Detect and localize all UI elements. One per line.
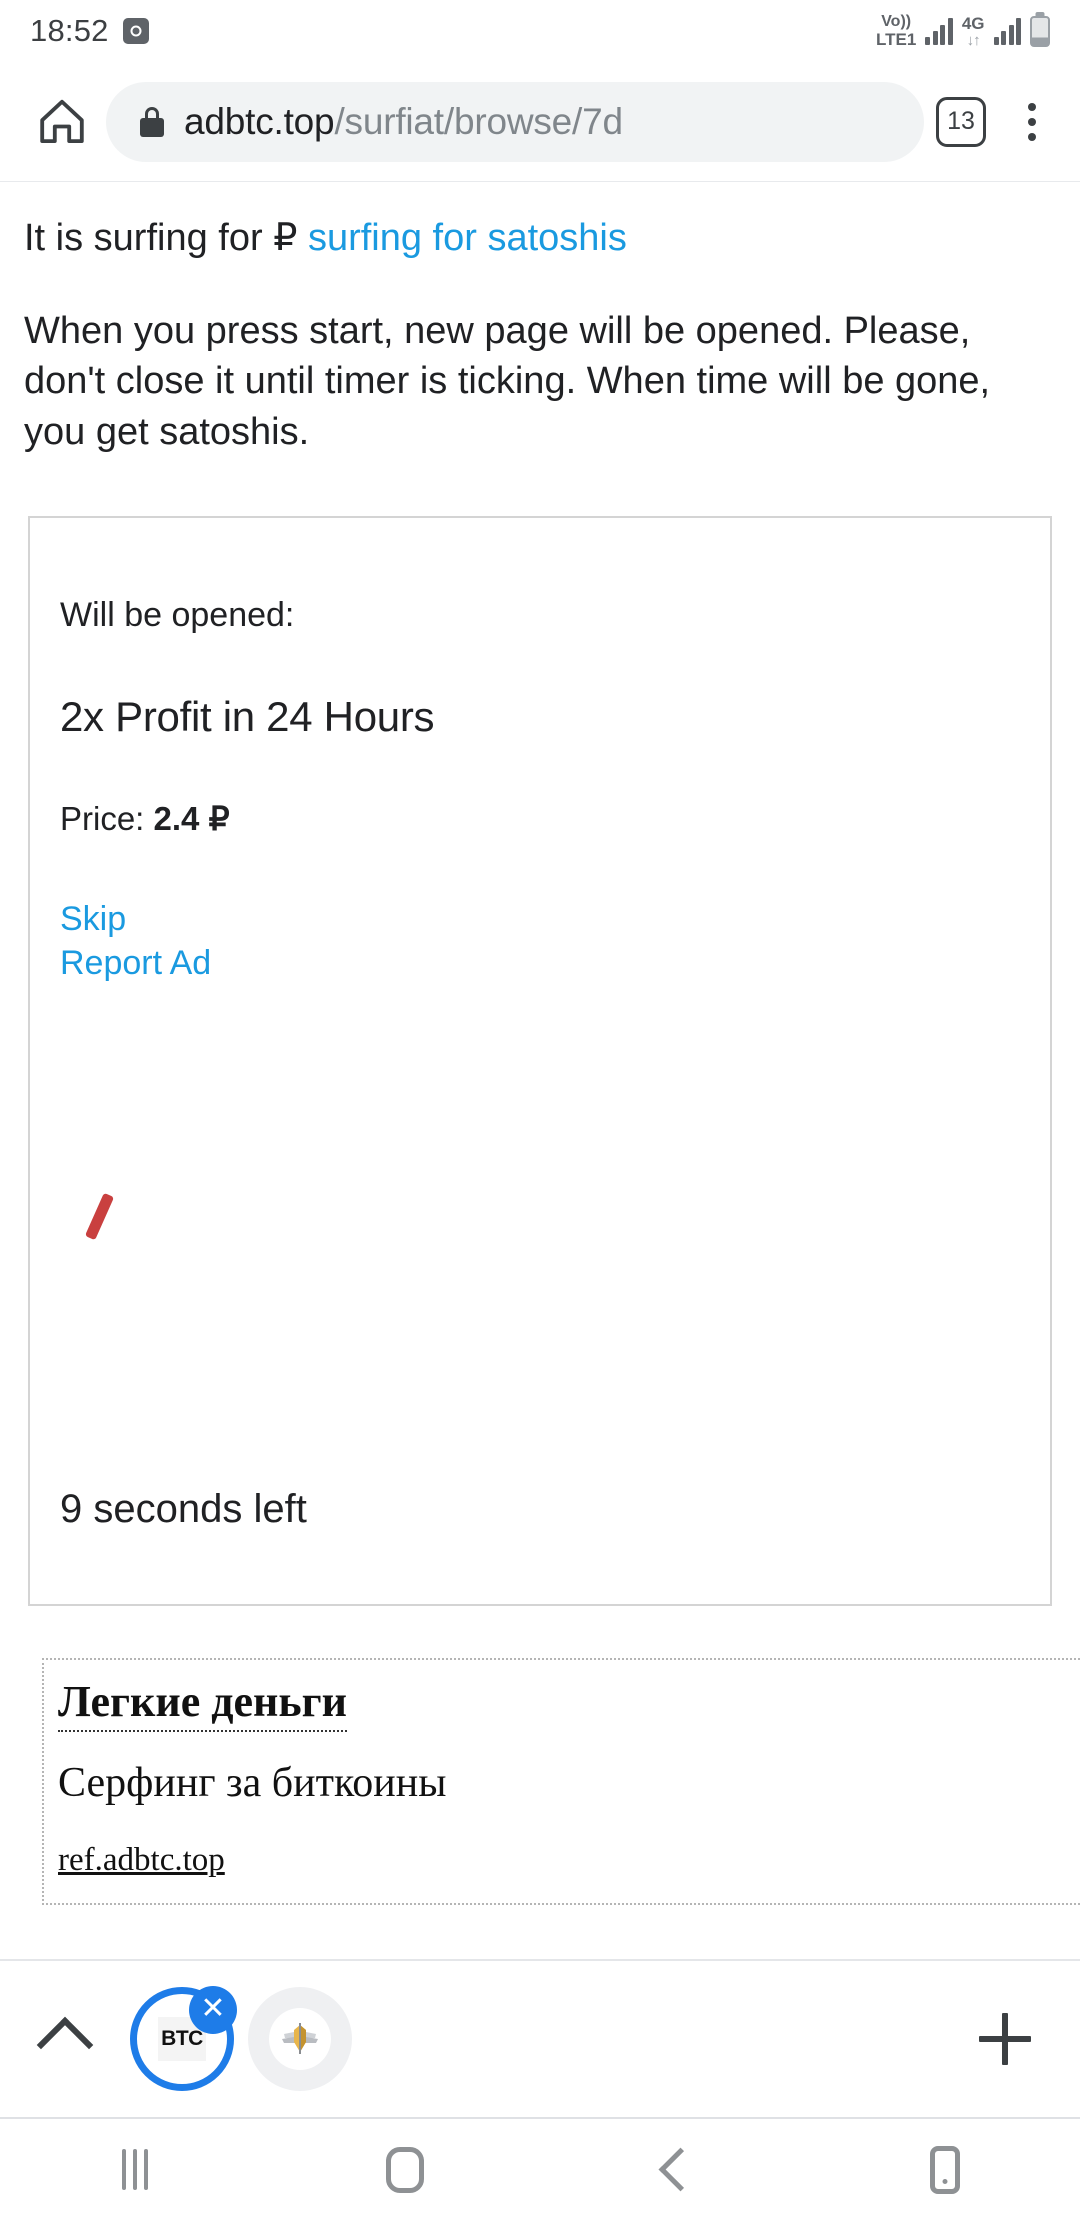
open-tabs-list: BTC ✕ bbox=[130, 1986, 930, 2091]
broken-image-icon bbox=[80, 1193, 124, 1241]
text-ad-description: Серфинг за биткоины bbox=[58, 1759, 447, 1806]
status-bar-left: 18:52 bbox=[30, 13, 149, 49]
browser-toolbar: adbtc.top/surfiat/browse/7d 13 bbox=[0, 62, 1080, 182]
recents-icon[interactable] bbox=[0, 2149, 270, 2190]
surfing-for-satoshis-link[interactable]: surfing for satoshis bbox=[308, 217, 627, 259]
text-ad-block[interactable]: Легкие деньги Серфинг за биткоины ref.ad… bbox=[42, 1658, 1080, 1905]
text-ad-url-wrap: ref.adbtc.top bbox=[58, 1806, 1080, 1879]
close-icon[interactable]: ✕ bbox=[189, 1986, 237, 2034]
text-ad-title-wrap: Легкие деньги bbox=[58, 1678, 1080, 1732]
text-ad-url[interactable]: ref.adbtc.top bbox=[58, 1842, 225, 1879]
status-clock: 18:52 bbox=[30, 13, 109, 48]
home-square-icon[interactable] bbox=[270, 2146, 540, 2193]
tab-switcher-button[interactable]: 13 bbox=[936, 96, 986, 147]
tab-count-label: 13 bbox=[947, 107, 975, 135]
battery-icon bbox=[1030, 15, 1050, 47]
status-bar: 18:52 Vo)) LTE1 4G ↓↑ bbox=[0, 0, 1080, 62]
winged-shield-favicon bbox=[269, 2008, 331, 2070]
will-be-opened-label: Will be opened: bbox=[60, 596, 295, 635]
skip-link[interactable]: Skip bbox=[60, 898, 1050, 942]
status-bar-right: Vo)) LTE1 4G ↓↑ bbox=[876, 14, 1050, 48]
ad-card: Will be opened: 2x Profit in 24 Hours Pr… bbox=[28, 516, 1052, 1607]
url-bar[interactable]: adbtc.top/surfiat/browse/7d bbox=[106, 81, 924, 162]
text-ad-title[interactable]: Легкие деньги bbox=[58, 1678, 347, 1732]
countdown-timer-text: 9 seconds left bbox=[60, 1487, 307, 1532]
signal-bars-sim1 bbox=[925, 17, 953, 45]
tab-strip: BTC ✕ bbox=[0, 1959, 1080, 2119]
surfing-prefix: It is surfing for ₽ bbox=[24, 217, 308, 259]
kebab-menu-icon[interactable] bbox=[1008, 102, 1056, 141]
network-type-label: 4G bbox=[961, 13, 985, 33]
report-ad-link[interactable]: Report Ad bbox=[60, 942, 1050, 986]
chevron-up-icon[interactable] bbox=[0, 2013, 130, 2074]
home-icon[interactable] bbox=[24, 95, 100, 149]
surfing-line: It is surfing for ₽ surfing for satoshis bbox=[24, 215, 1056, 263]
url-path: /surfiat/browse/7d bbox=[334, 100, 623, 142]
volte-indicator: Vo)) LTE1 bbox=[876, 13, 917, 49]
price-label: Price: bbox=[60, 800, 154, 838]
tab-item-btc[interactable]: BTC ✕ bbox=[130, 1986, 237, 2091]
url-domain: adbtc.top bbox=[184, 100, 335, 142]
price-value: 2.4 ₽ bbox=[153, 800, 230, 838]
lock-icon bbox=[140, 106, 164, 137]
alarm-icon bbox=[122, 18, 149, 44]
back-chevron-icon[interactable] bbox=[540, 2147, 810, 2192]
android-nav-bar bbox=[0, 2119, 1080, 2220]
ad-action-links: Skip Report Ad bbox=[60, 898, 1050, 985]
url-text: adbtc.top/surfiat/browse/7d bbox=[184, 101, 623, 143]
plus-icon[interactable] bbox=[930, 2013, 1080, 2065]
network-type-indicator: 4G ↓↑ bbox=[962, 15, 985, 48]
ad-offer-title: 2x Profit in 24 Hours bbox=[60, 693, 435, 741]
tab-item-secondary[interactable] bbox=[248, 1987, 352, 2091]
signal-bars-sim2 bbox=[993, 17, 1021, 45]
instructions-paragraph: When you press start, new page will be o… bbox=[24, 309, 991, 454]
ad-price-line: Price: 2.4 ₽ bbox=[60, 799, 1050, 838]
data-transfer-arrows-icon: ↓↑ bbox=[966, 31, 981, 49]
device-icon[interactable] bbox=[810, 2145, 1080, 2194]
volte-label-top: Vo)) bbox=[881, 13, 912, 30]
page-content: It is surfing for ₽ surfing for satoshis… bbox=[0, 183, 1080, 1959]
volte-label-bottom: LTE1 bbox=[876, 30, 917, 49]
